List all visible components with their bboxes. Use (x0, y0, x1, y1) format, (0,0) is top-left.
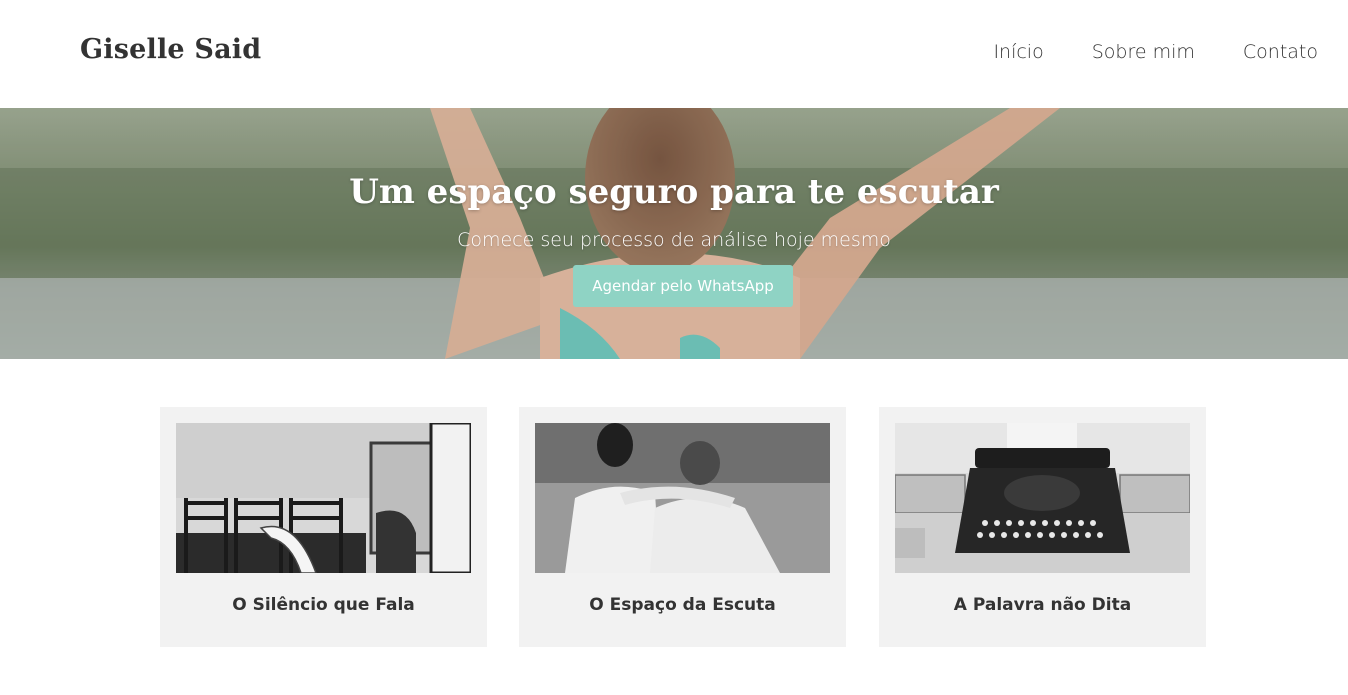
card-title[interactable]: A Palavra não Dita (879, 595, 1206, 615)
hero-subtitle: Comece seu processo de análise hoje mesm… (457, 229, 891, 251)
nav-item-sobre-mim[interactable]: Sobre mim (1092, 41, 1195, 63)
card-image-typewriter[interactable] (895, 423, 1190, 573)
article-card-palavra[interactable]: A Palavra não Dita (879, 407, 1206, 647)
card-title[interactable]: O Silêncio que Fala (160, 595, 487, 615)
hero-title: Um espaço seguro para te escutar (349, 172, 999, 212)
card-title[interactable]: O Espaço da Escuta (519, 595, 846, 615)
nav-item-contato[interactable]: Contato (1243, 41, 1318, 63)
card-image-two-people[interactable] (535, 423, 830, 573)
article-card-escuta[interactable]: O Espaço da Escuta (519, 407, 846, 647)
hero-banner: Um espaço seguro para te escutar Comece … (0, 108, 1348, 359)
article-card-silencio[interactable]: O Silêncio que Fala (160, 407, 487, 647)
site-header: Giselle Said Início Sobre mim Contato (0, 0, 1348, 108)
nav-item-inicio[interactable]: Início (993, 41, 1043, 63)
whatsapp-schedule-button[interactable]: Agendar pelo WhatsApp (573, 265, 793, 307)
main-nav: Início Sobre mim Contato (993, 41, 1318, 63)
brand-logo-text[interactable]: Giselle Said (80, 34, 261, 65)
card-image-empty-chairs[interactable] (176, 423, 471, 573)
